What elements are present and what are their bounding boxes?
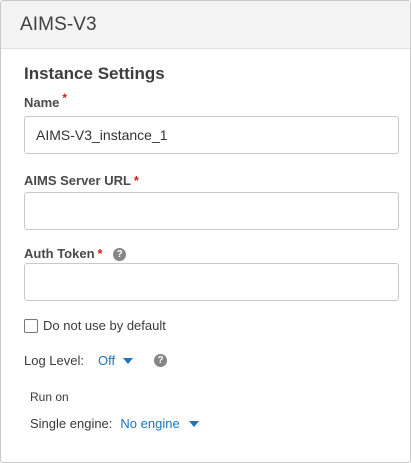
panel-header: AIMS-V3: [1, 1, 410, 49]
panel-title: AIMS-V3: [20, 14, 97, 35]
engine-row: Single engine: No engine: [30, 416, 199, 431]
log-level-dropdown[interactable]: Off: [98, 353, 134, 368]
default-checkbox-row[interactable]: Do not use by default: [24, 318, 166, 333]
auth-token-field-label: Auth Token * ?: [24, 246, 127, 262]
engine-dropdown[interactable]: No engine: [120, 416, 199, 431]
engine-value[interactable]: No engine: [120, 416, 179, 431]
required-asterisk: *: [97, 246, 103, 261]
caret-down-icon[interactable]: [123, 357, 134, 364]
log-level-row: Log Level: Off ?: [24, 353, 168, 368]
single-engine-label: Single engine:: [30, 416, 113, 431]
server-url-field-label: AIMS Server URL *: [24, 173, 139, 188]
name-field-label: Name *: [24, 91, 67, 110]
run-on-label: Run on: [30, 390, 69, 404]
name-input[interactable]: [24, 116, 399, 154]
auth-token-label-text: Auth Token: [24, 246, 95, 261]
question-circle-icon[interactable]: ?: [154, 354, 168, 367]
required-asterisk: *: [133, 173, 139, 188]
question-circle-icon[interactable]: ?: [113, 248, 127, 262]
server-url-input[interactable]: [24, 192, 399, 230]
name-label-text: Name: [24, 95, 60, 110]
server-url-label-text: AIMS Server URL: [24, 173, 131, 188]
section-title: Instance Settings: [24, 64, 165, 83]
log-level-label: Log Level:: [24, 353, 84, 368]
instance-settings-panel: AIMS-V3 Instance Settings Name* AIMS Ser…: [0, 0, 411, 463]
default-checkbox[interactable]: [24, 318, 38, 333]
caret-down-icon[interactable]: [188, 420, 199, 427]
default-checkbox-label[interactable]: Do not use by default: [43, 318, 166, 333]
auth-token-input[interactable]: [24, 263, 399, 301]
required-asterisk: *: [62, 91, 68, 105]
log-level-value[interactable]: Off: [98, 353, 115, 368]
